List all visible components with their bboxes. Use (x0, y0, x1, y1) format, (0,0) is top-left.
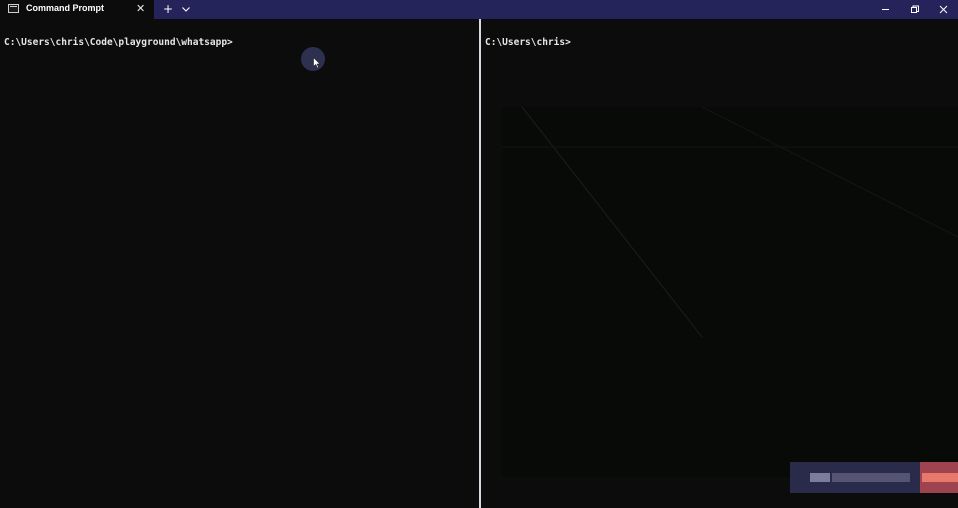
restore-button[interactable] (900, 0, 930, 19)
terminal-icon (8, 4, 19, 13)
blurred-block (922, 473, 958, 482)
title-bar[interactable]: Command Prompt ✕ + (0, 0, 958, 19)
terminal-pane-left[interactable]: C:\Users\chris\Code\playground\whatsapp> (0, 19, 478, 508)
blurred-block (810, 473, 830, 482)
command-prompt-line: C:\Users\chris> (485, 37, 571, 48)
tab-title: Command Prompt (26, 3, 105, 13)
close-tab-icon[interactable]: ✕ (136, 1, 145, 17)
restore-icon (911, 5, 919, 13)
mouse-cursor-icon (313, 57, 321, 69)
blurred-notification (790, 462, 958, 493)
terminal-window: Command Prompt ✕ + C:\Users\chris\Code\p… (0, 0, 958, 508)
new-tab-button[interactable]: + (162, 0, 174, 19)
close-icon (939, 5, 948, 14)
tab-command-prompt[interactable]: Command Prompt ✕ (0, 0, 154, 19)
minimize-button[interactable] (871, 0, 901, 19)
terminal-pane-right[interactable]: C:\Users\chris> (482, 19, 958, 508)
close-button[interactable] (929, 0, 958, 19)
render-artifact (502, 107, 958, 477)
chevron-down-icon[interactable] (180, 0, 192, 19)
minimize-icon (882, 9, 889, 10)
command-prompt-line: C:\Users\chris\Code\playground\whatsapp> (4, 37, 233, 48)
blurred-block (832, 473, 910, 482)
